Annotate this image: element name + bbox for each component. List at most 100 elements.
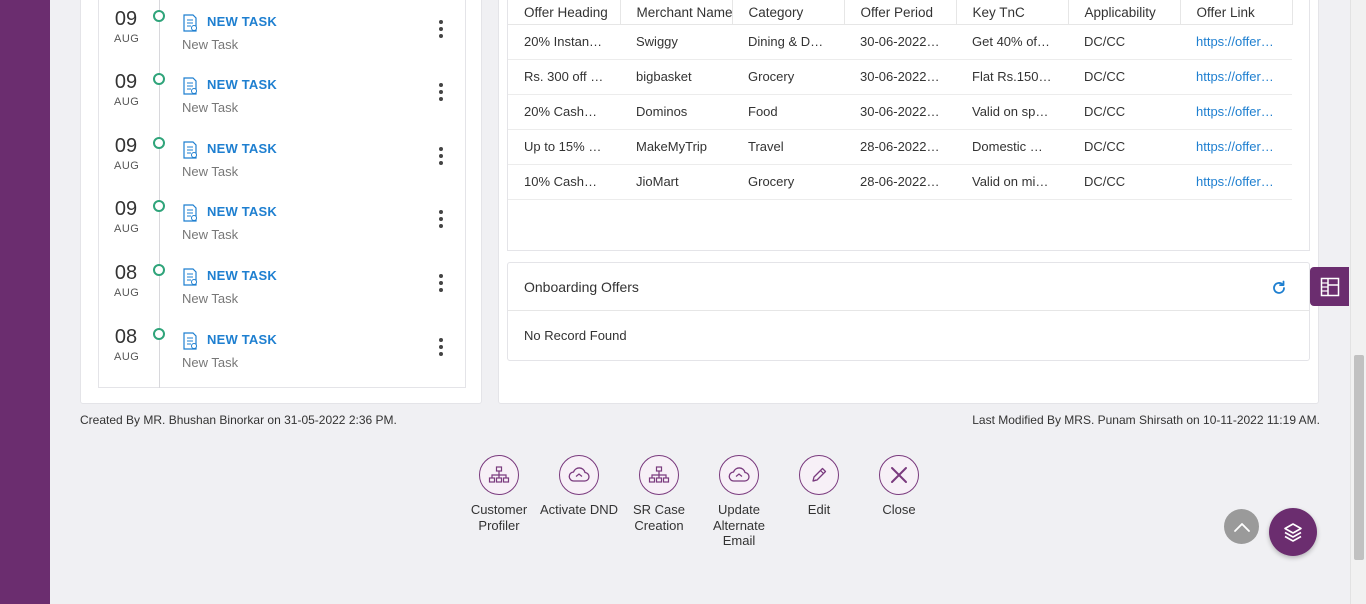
task-subtitle: New Task <box>182 164 239 179</box>
timeline-task-item: 09 AUG NEW TASK New Task <box>99 131 465 191</box>
offers-table-cell: Travel <box>732 129 844 165</box>
timeline-task-item: 08 AUG NEW TASK New Task <box>99 322 465 382</box>
offer-link[interactable]: https://offers... <box>1180 164 1292 200</box>
offers-table-cell: Up to 15% Of... <box>508 129 620 165</box>
pencil-icon <box>799 455 839 495</box>
task-day: 08 <box>114 326 138 348</box>
offers-table-cell: Dining & Deli... <box>732 24 844 60</box>
timeline-dot <box>153 264 165 276</box>
offers-column-header[interactable]: Offer Period <box>844 0 957 25</box>
layout-toggle-button[interactable] <box>1310 267 1349 306</box>
cloud-icon <box>559 455 599 495</box>
task-month: AUG <box>114 287 140 299</box>
timeline-dot <box>153 328 165 340</box>
update-alternate-email-button[interactable]: Update Alternate Email <box>699 455 779 549</box>
task-subtitle: New Task <box>182 37 239 52</box>
offer-link[interactable]: https://offers... <box>1180 129 1292 165</box>
task-subtitle: New Task <box>182 355 239 370</box>
offers-column-header[interactable]: Applicability <box>1068 0 1181 25</box>
kebab-menu-icon[interactable] <box>434 208 448 230</box>
offers-table-cell: 10% Cashback <box>508 164 620 200</box>
offers-table-cell: JioMart <box>620 164 732 200</box>
offers-table-cell: Swiggy <box>620 24 732 60</box>
offers-table-cell: Dominos <box>620 94 732 130</box>
activate-dnd-button[interactable]: Activate DND <box>539 455 619 549</box>
offers-table-cell: Grocery <box>732 59 844 95</box>
sr-case-creation-button[interactable]: SR Case Creation <box>619 455 699 549</box>
layers-icon <box>1284 523 1302 542</box>
layout-icon <box>1320 277 1339 296</box>
offer-link[interactable]: https://offers... <box>1180 24 1292 60</box>
timeline-task-item: 09 AUG NEW TASK New Task <box>99 194 465 254</box>
task-title-link[interactable]: NEW TASK <box>207 268 277 283</box>
scrollbar-thumb[interactable] <box>1354 355 1364 560</box>
close-button[interactable]: Close <box>859 455 939 549</box>
task-day: 09 <box>114 8 138 30</box>
offers-table-cell: Valid on spe... <box>956 94 1068 130</box>
task-day: 08 <box>114 262 138 284</box>
offer-link[interactable]: https://offers... <box>1180 94 1292 130</box>
task-day: 09 <box>114 198 138 220</box>
offers-column-header[interactable]: Offer Heading <box>508 0 621 25</box>
task-title-link[interactable]: NEW TASK <box>207 14 277 29</box>
kebab-menu-icon[interactable] <box>434 81 448 103</box>
offers-table-cell: 28-06-2022 1... <box>844 129 956 165</box>
offers-table-cell: Valid on mini... <box>956 164 1068 200</box>
task-icon <box>183 14 197 32</box>
kebab-menu-icon[interactable] <box>434 145 448 167</box>
divider <box>508 310 1309 311</box>
offers-column-header[interactable]: Category <box>732 0 845 25</box>
offers-table-row[interactable]: Rs. 300 off o... bigbasket Grocery 30-06-20… <box>508 59 1292 95</box>
refresh-icon[interactable] <box>1271 280 1287 296</box>
offers-table-cell: DC/CC <box>1068 24 1180 60</box>
timeline-dot <box>153 200 165 212</box>
edit-button[interactable]: Edit <box>779 455 859 549</box>
offers-table-row[interactable]: Up to 15% Of... MakeMyTrip Travel 28-06-202… <box>508 129 1292 165</box>
task-day: 09 <box>114 71 138 93</box>
kebab-menu-icon[interactable] <box>434 18 448 40</box>
offers-card: Offer Heading Merchant Name Category Offer … <box>507 0 1310 251</box>
task-title-link[interactable]: NEW TASK <box>207 77 277 92</box>
org-chart-icon <box>479 455 519 495</box>
offers-table-row[interactable]: 20% Instant ... Swiggy Dining & Deli... 30-… <box>508 24 1292 60</box>
action-bar: Customer Profiler Activate DND SR Case C… <box>459 455 939 549</box>
offers-table-row[interactable]: 20% Cashback Dominos Food 30-06-2022 1... Va… <box>508 94 1292 130</box>
kebab-menu-icon[interactable] <box>434 272 448 294</box>
offers-table-cell: bigbasket <box>620 59 732 95</box>
activity-panel: 09 AUG NEW TASK New Task 09 AUG NEW TASK New Ta… <box>80 0 482 404</box>
offers-table-row[interactable]: 10% Cashback JioMart Grocery 28-06-2022 1..… <box>508 164 1292 200</box>
task-month: AUG <box>114 223 140 235</box>
timeline-dot <box>153 137 165 149</box>
update-alternate-email-label: Update Alternate Email <box>712 502 766 548</box>
task-title-link[interactable]: NEW TASK <box>207 204 277 219</box>
sr-case-creation-label: SR Case Creation <box>632 502 686 533</box>
onboarding-offers-card: Onboarding Offers No Record Found <box>507 262 1310 361</box>
offers-column-header[interactable]: Merchant Name <box>620 0 733 25</box>
offers-table-cell: 20% Cashback <box>508 94 620 130</box>
left-navigation-rail <box>0 0 50 604</box>
empty-state-text: No Record Found <box>524 328 627 343</box>
task-title-link[interactable]: NEW TASK <box>207 332 277 347</box>
timeline-dot <box>153 73 165 85</box>
task-subtitle: New Task <box>182 227 239 242</box>
activate-dnd-label: Activate DND <box>539 502 619 517</box>
offer-link[interactable]: https://offers... <box>1180 59 1292 95</box>
offers-table-cell: 30-06-2022 1... <box>844 94 956 130</box>
offers-table-cell: DC/CC <box>1068 94 1180 130</box>
offers-column-header[interactable]: Key TnC <box>956 0 1069 25</box>
offers-table-cell: DC/CC <box>1068 129 1180 165</box>
offers-table-cell: Food <box>732 94 844 130</box>
kebab-menu-icon[interactable] <box>434 336 448 358</box>
offers-table-cell: Rs. 300 off o... <box>508 59 620 95</box>
offers-table-cell: 28-06-2022 1... <box>844 164 956 200</box>
task-title-link[interactable]: NEW TASK <box>207 141 277 156</box>
offers-table-cell: DC/CC <box>1068 164 1180 200</box>
quick-actions-button[interactable] <box>1269 508 1317 556</box>
customer-profiler-button[interactable]: Customer Profiler <box>459 455 539 549</box>
close-icon <box>879 455 919 495</box>
scroll-to-top-button[interactable] <box>1224 509 1259 544</box>
page-scrollbar[interactable] <box>1350 0 1366 604</box>
offers-column-header[interactable]: Offer Link <box>1180 0 1293 25</box>
customer-profiler-label: Customer Profiler <box>470 502 528 533</box>
task-timeline: 09 AUG NEW TASK New Task 09 AUG NEW TASK New Ta… <box>98 0 466 388</box>
